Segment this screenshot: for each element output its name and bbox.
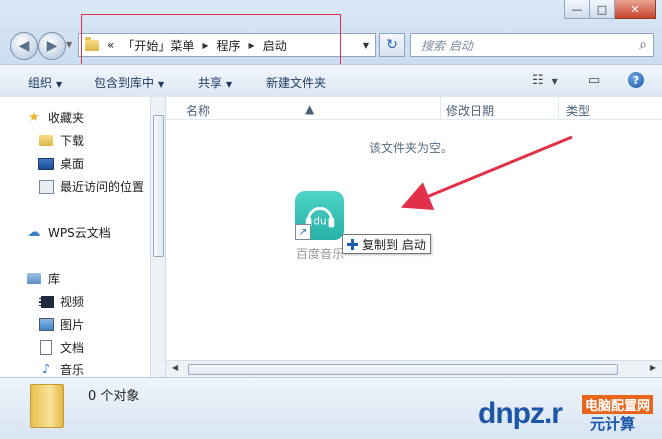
annotation-arrow bbox=[400, 135, 573, 211]
arrow-line bbox=[400, 135, 573, 211]
explorer-window: — □ ✕ ◀ ▶ ▼ « 「开始」菜单 ▶ 程序 ▶ 启动 ▼ ↻ 搜索 启动… bbox=[0, 0, 662, 439]
watermark-logo: dnpz.r 电脑配置网 元计算 bbox=[470, 393, 660, 437]
watermark-main-text: dnpz.r bbox=[478, 397, 563, 430]
watermark-bottom-text: 元计算 bbox=[590, 415, 636, 433]
item-count: 0 个对象 bbox=[88, 389, 140, 404]
folder-icon bbox=[30, 384, 64, 428]
watermark-top-text: 电脑配置网 bbox=[582, 395, 654, 414]
